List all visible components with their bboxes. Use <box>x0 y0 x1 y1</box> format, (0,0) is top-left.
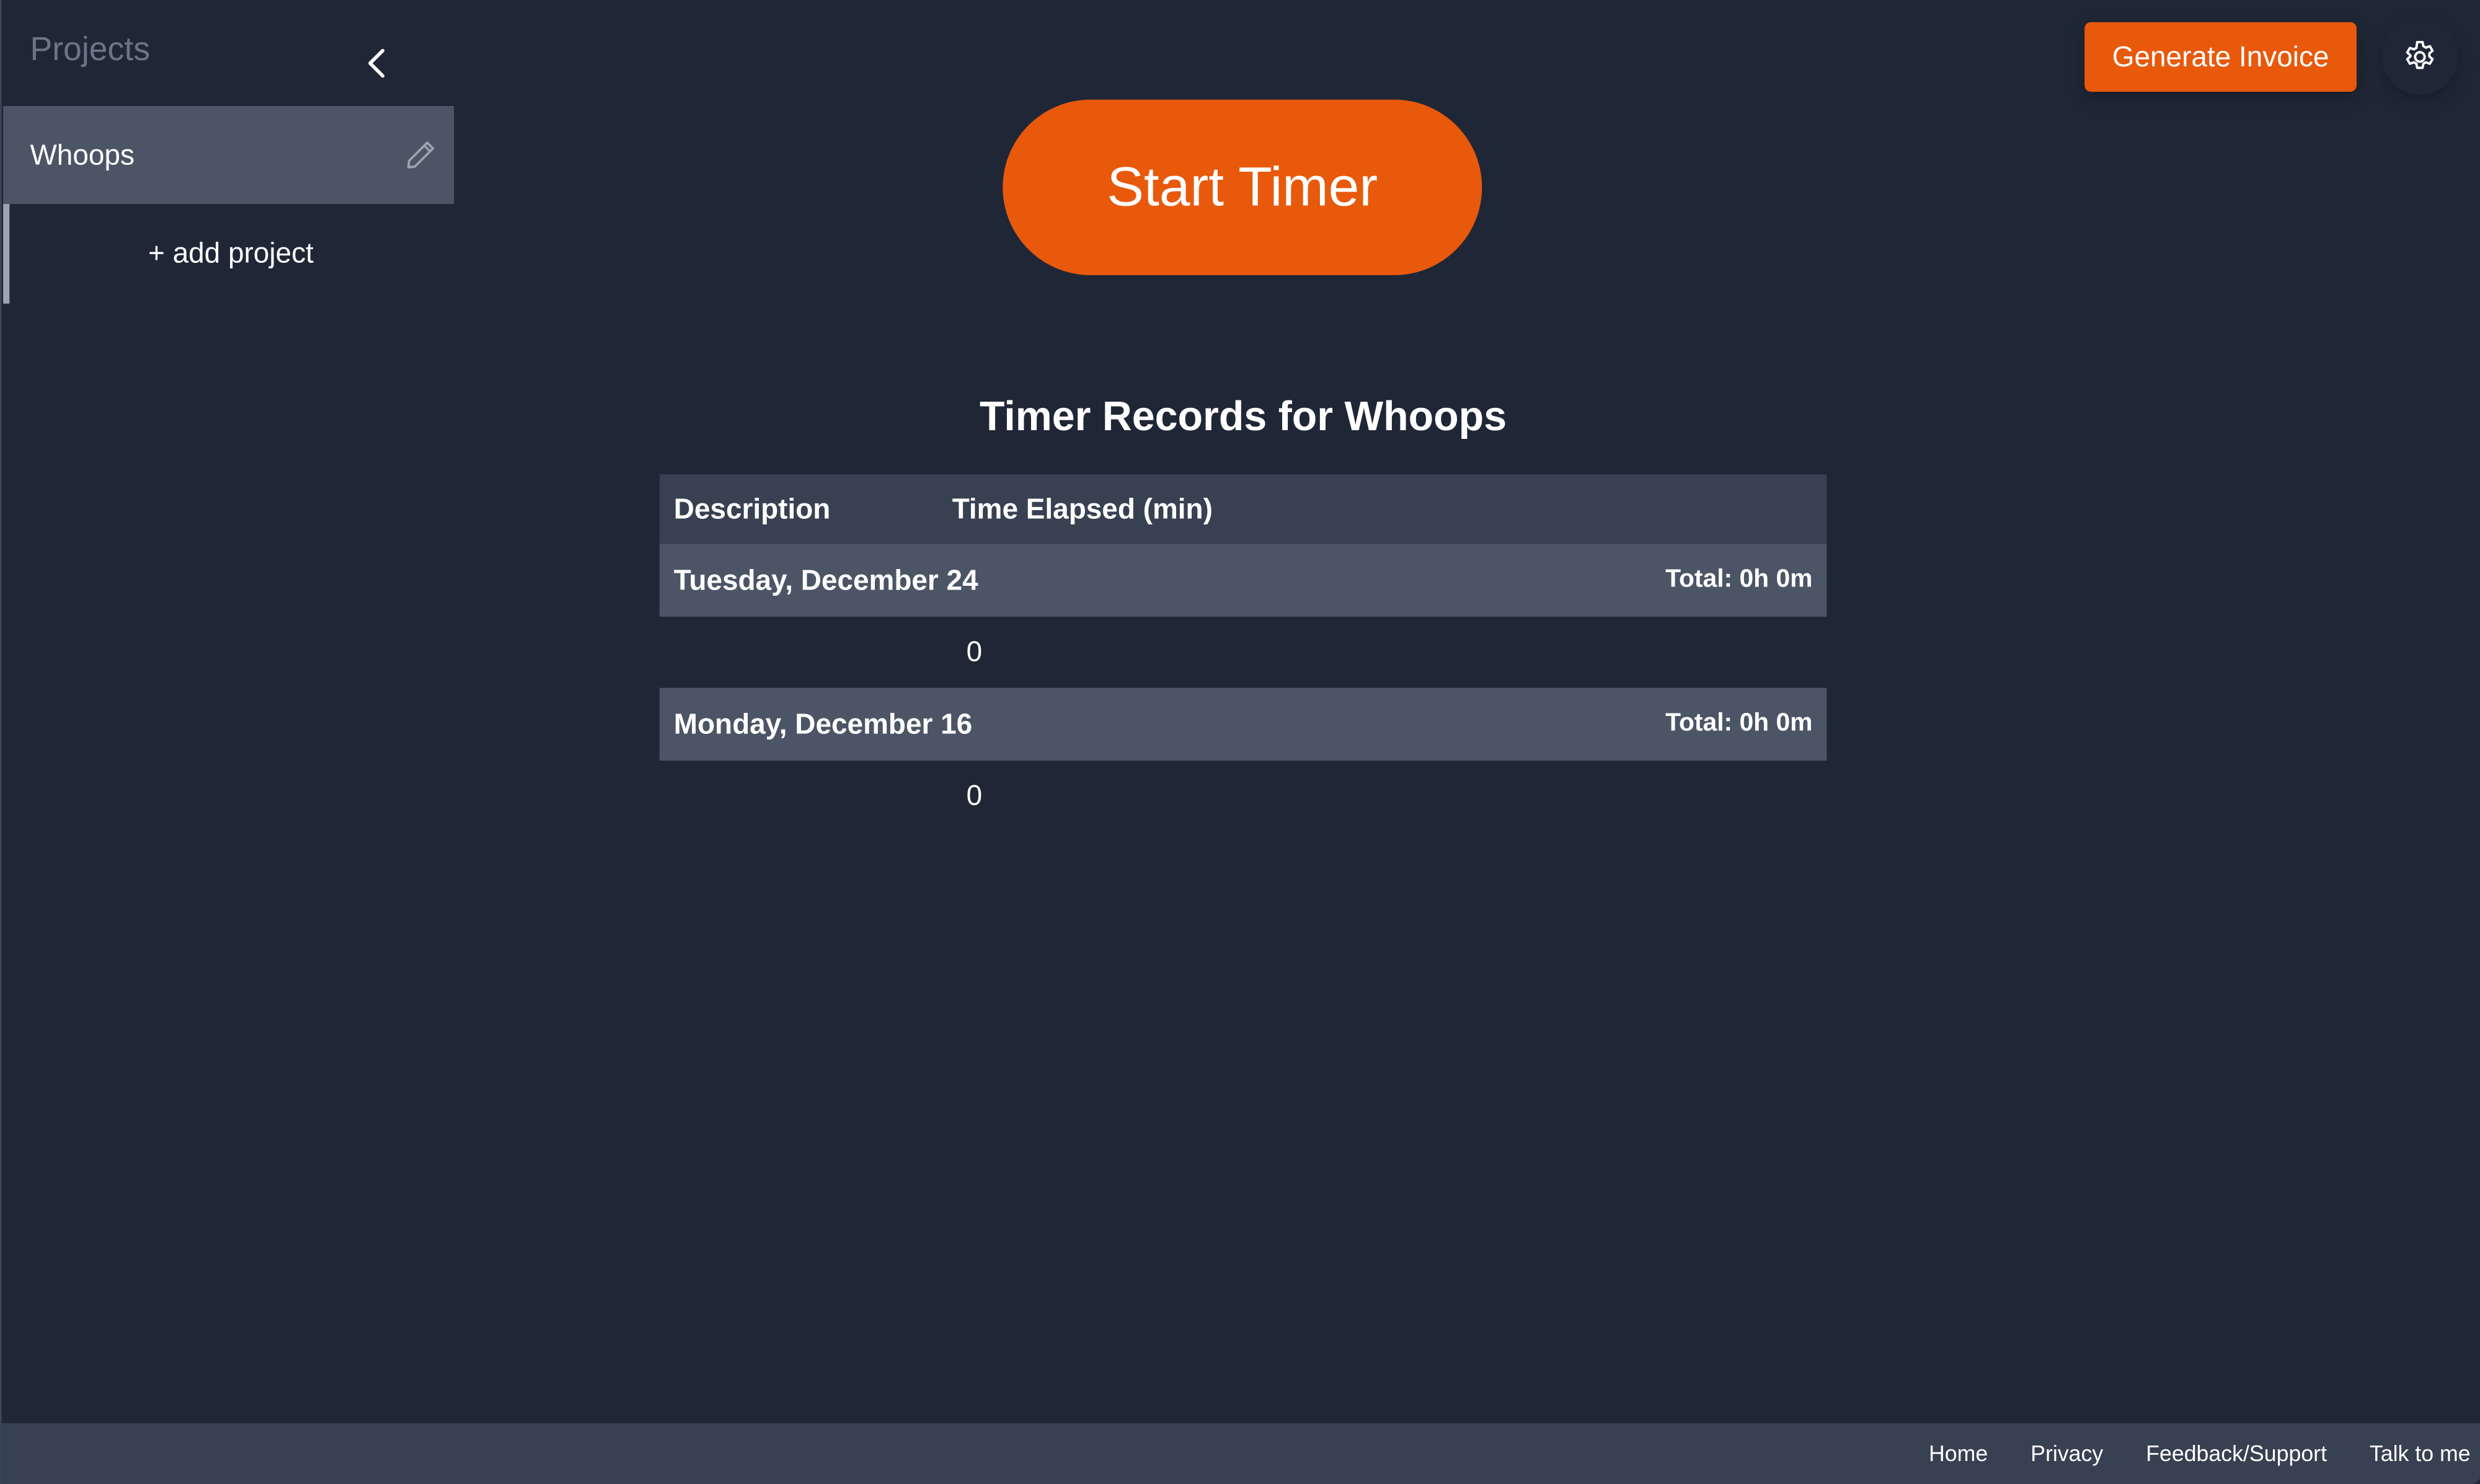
edit-project-button[interactable] <box>404 138 438 172</box>
group-date: Monday, December 16 <box>673 707 973 740</box>
add-project-button[interactable]: + add project <box>2 237 461 271</box>
sidebar-title: Projects <box>30 32 150 68</box>
column-header-description: Description <box>673 492 831 524</box>
footer: Home Privacy Feedback/Support Talk to me <box>1 1423 2480 1484</box>
footer-link-feedback-support[interactable]: Feedback/Support <box>2146 1441 2327 1467</box>
column-header-time-elapsed: Time Elapsed (min) <box>952 492 1213 524</box>
table-row: 0 <box>660 617 1827 688</box>
group-total: Total: 0h 0m <box>1665 710 1813 737</box>
table-row: 0 <box>660 761 1827 832</box>
generate-invoice-button[interactable]: Generate Invoice <box>2084 22 2357 92</box>
date-group-row: Monday, December 16 Total: 0h 0m <box>659 687 1827 761</box>
collapse-sidebar-button[interactable] <box>359 44 394 82</box>
start-timer-button[interactable]: Start Timer <box>1003 99 1482 275</box>
table-header: Description Time Elapsed (min) <box>659 474 1827 544</box>
footer-link-home[interactable]: Home <box>1929 1441 1988 1467</box>
group-total: Total: 0h 0m <box>1665 566 1813 593</box>
records-title: Timer Records for Whoops <box>980 392 1507 440</box>
entry-minutes: 0 <box>966 779 983 811</box>
project-item-whoops[interactable]: Whoops <box>3 105 454 205</box>
group-date: Tuesday, December 24 <box>673 563 978 596</box>
settings-button[interactable] <box>2382 19 2458 95</box>
entry-minutes: 0 <box>966 635 983 668</box>
footer-link-talk-to-me[interactable]: Talk to me <box>2370 1441 2471 1467</box>
gear-icon <box>2406 40 2434 69</box>
footer-link-privacy[interactable]: Privacy <box>2030 1441 2103 1467</box>
project-name: Whoops <box>30 138 135 170</box>
date-group-row: Tuesday, December 24 Total: 0h 0m <box>659 544 1827 617</box>
timer-records-table: Description Time Elapsed (min) Tuesday, … <box>659 474 1827 832</box>
chevron-left-icon <box>368 48 385 78</box>
pencil-icon <box>407 141 435 169</box>
app-window: Projects Whoops + add project Start Time… <box>0 0 2480 1484</box>
